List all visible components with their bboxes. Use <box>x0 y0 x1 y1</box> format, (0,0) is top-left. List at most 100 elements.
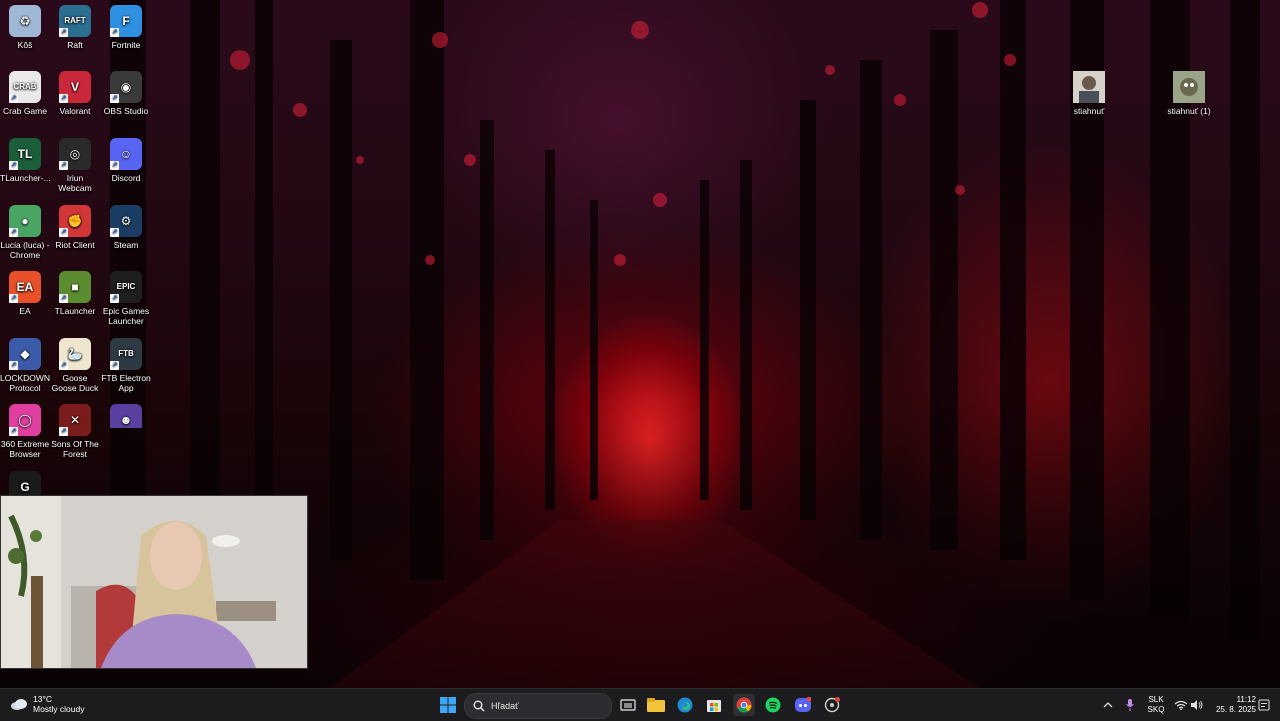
task-view-button[interactable] <box>617 694 639 716</box>
discord-icon: ☺ ↗ <box>110 138 142 170</box>
desktop-shortcut-logitech-g[interactable]: G <box>0 471 50 495</box>
chevron-up-icon <box>1103 702 1113 708</box>
weather-temperature: 13°C <box>33 694 52 704</box>
crab-game-icon: CRAB ↗ <box>9 71 41 103</box>
search-placeholder: Hľadať <box>491 701 519 711</box>
desktop-shortcut-label: Epic Games Launcher <box>102 306 150 326</box>
desktop-shortcut-recycle-bin[interactable]: ♻ Kôš <box>0 5 50 50</box>
language-indicator[interactable]: SLK SKQ <box>1144 695 1168 715</box>
windows-start-icon <box>440 697 456 713</box>
ea-icon: EA ↗ <box>9 271 41 303</box>
volume-button[interactable] <box>1186 694 1208 716</box>
shortcut-arrow-icon: ↗ <box>9 94 18 103</box>
desktop-shortcut-label: TLauncher <box>54 306 96 316</box>
taskbar-search[interactable]: Hľadať <box>464 693 612 719</box>
shortcut-arrow-icon: ↗ <box>9 294 18 303</box>
shortcut-arrow-icon: ↗ <box>9 361 18 370</box>
epic-games-icon: EPIC ↗ <box>110 271 142 303</box>
desktop-shortcut-tlauncher-installer[interactable]: TL ↗ TLauncher-... <box>0 138 51 183</box>
spotify-button[interactable] <box>762 694 784 716</box>
microphone-button[interactable] <box>1119 694 1141 716</box>
shortcut-arrow-icon: ↗ <box>59 28 68 37</box>
desktop-shortcut-discord[interactable]: ☺ ↗ Discord <box>101 138 151 183</box>
shortcut-arrow-icon: ↗ <box>59 161 68 170</box>
desktop-shortcut-tlauncher[interactable]: ■ ↗ TLauncher <box>50 271 100 316</box>
desktop-shortcut-crab-game[interactable]: CRAB ↗ Crab Game <box>0 71 50 116</box>
start-button[interactable] <box>437 694 459 716</box>
clock-date: 25. 8. 2025 <box>1215 705 1256 714</box>
chrome-button[interactable] <box>733 694 755 716</box>
taskbar: 13°C Mostly cloudy Hľadať SLK SKQ 11:12 … <box>0 688 1280 721</box>
tlauncher-installer-icon: TL ↗ <box>9 138 41 170</box>
desktop-shortcut-ftb[interactable]: FTB ↗ FTB Electron App <box>101 338 151 393</box>
desktop-shortcut-label: FTB Electron App <box>101 373 151 393</box>
shortcut-arrow-icon: ↗ <box>110 94 119 103</box>
desktop-shortcut-goose-goose-duck[interactable]: 🦢 ↗ Goose Goose Duck <box>50 338 100 393</box>
edge-button[interactable] <box>674 694 696 716</box>
shortcut-arrow-icon: ↗ <box>9 427 18 436</box>
weather-description: Mostly cloudy <box>33 704 85 714</box>
file-explorer-icon <box>647 698 665 712</box>
steam-helper-button[interactable] <box>821 694 843 716</box>
image-file-icon <box>1173 71 1205 103</box>
file-explorer-button[interactable] <box>645 694 667 716</box>
desktop-shortcut-steam[interactable]: ⚙ ↗ Steam <box>101 205 151 250</box>
desktop-shortcut-label: Iriun Webcam <box>58 173 92 193</box>
discord-icon <box>795 697 811 712</box>
desktop-shortcut-label: Fortnite <box>111 40 141 50</box>
discord-button[interactable] <box>792 694 814 716</box>
notification-icon <box>1258 699 1270 711</box>
shortcut-arrow-icon: ↗ <box>59 294 68 303</box>
shortcut-arrow-icon: ↗ <box>59 361 68 370</box>
shortcut-arrow-icon: ↗ <box>9 161 18 170</box>
chrome-icon <box>736 697 752 713</box>
desktop-shortcut-chrome-profile[interactable]: ● ↗ Lucia (luca) - Chrome <box>0 205 50 260</box>
webcam-overlay <box>0 495 308 669</box>
weather-widget[interactable]: 13°C Mostly cloudy <box>10 694 85 714</box>
desktop-shortcut-ea[interactable]: EA ↗ EA <box>0 271 50 316</box>
desktop-shortcut-fortnite[interactable]: F ↗ Fortnite <box>101 5 151 50</box>
desktop-shortcut-label: Raft <box>67 40 83 50</box>
image-file-icon <box>1073 71 1105 103</box>
desktop-shortcut-label: Kôš <box>17 40 33 50</box>
store-icon <box>707 700 721 712</box>
cloudy-weather-icon <box>11 699 27 710</box>
raft-icon: RAFT ↗ <box>59 5 91 37</box>
show-hidden-icons-button[interactable] <box>1097 694 1119 716</box>
clock[interactable]: 11:12 25. 8. 2025 <box>1208 695 1256 715</box>
desktop-file-stiahnut[interactable]: stiahnuť <box>1064 71 1114 116</box>
shortcut-arrow-icon: ↗ <box>110 28 119 37</box>
fortnite-icon: F ↗ <box>110 5 142 37</box>
desktop-shortcut-label: Discord <box>111 173 141 183</box>
desktop-shortcut-riot-client[interactable]: ✊ ↗ Riot Client <box>50 205 100 250</box>
desktop-shortcut-epic-games[interactable]: EPIC ↗ Epic Games Launcher <box>101 271 151 326</box>
microphone-icon <box>1126 699 1134 711</box>
desktop-shortcut-lockdown-protocol[interactable]: ◆ ↗ LOCKDOWN Protocol <box>0 338 50 393</box>
desktop-shortcut-label: TLauncher-... <box>0 173 51 183</box>
steam-icon: ⚙ ↗ <box>110 205 142 237</box>
sons-of-the-forest-icon: ✕ ↗ <box>59 404 91 436</box>
riot-client-icon: ✊ ↗ <box>59 205 91 237</box>
desktop-shortcut-label: Goose Goose Duck <box>51 373 99 393</box>
desktop-shortcut-raft[interactable]: RAFT ↗ Raft <box>50 5 100 50</box>
desktop-shortcut-emoji-app[interactable]: ☻ <box>101 404 151 428</box>
desktop-file-stiahnut-1[interactable]: stiahnuť (1) <box>1164 71 1214 116</box>
desktop-shortcut-obs[interactable]: ◉ ↗ OBS Studio <box>101 71 151 116</box>
edge-icon <box>677 697 693 713</box>
ftb-icon: FTB ↗ <box>110 338 142 370</box>
desktop-shortcut-label: LOCKDOWN Protocol <box>0 373 51 393</box>
desktop-shortcut-sons-of-the-forest[interactable]: ✕ ↗ Sons Of The Forest <box>50 404 100 459</box>
tlauncher-icon: ■ ↗ <box>59 271 91 303</box>
desktop-shortcut-iriun-webcam[interactable]: ◎ ↗ Iriun Webcam <box>50 138 100 193</box>
task-view-icon <box>620 699 636 711</box>
language-code: SLK <box>1148 695 1164 704</box>
chrome-profile-icon: ● ↗ <box>9 205 41 237</box>
notifications-button[interactable] <box>1253 694 1275 716</box>
valorant-icon: V ↗ <box>59 71 91 103</box>
shortcut-arrow-icon: ↗ <box>110 228 119 237</box>
search-icon <box>473 700 485 712</box>
desktop-shortcut-valorant[interactable]: V ↗ Valorant <box>50 71 100 116</box>
desktop-shortcut-360-browser[interactable]: ◯ ↗ 360 Extreme Browser <box>0 404 50 459</box>
store-button[interactable] <box>703 694 725 716</box>
recycle-bin-icon: ♻ <box>9 5 41 37</box>
